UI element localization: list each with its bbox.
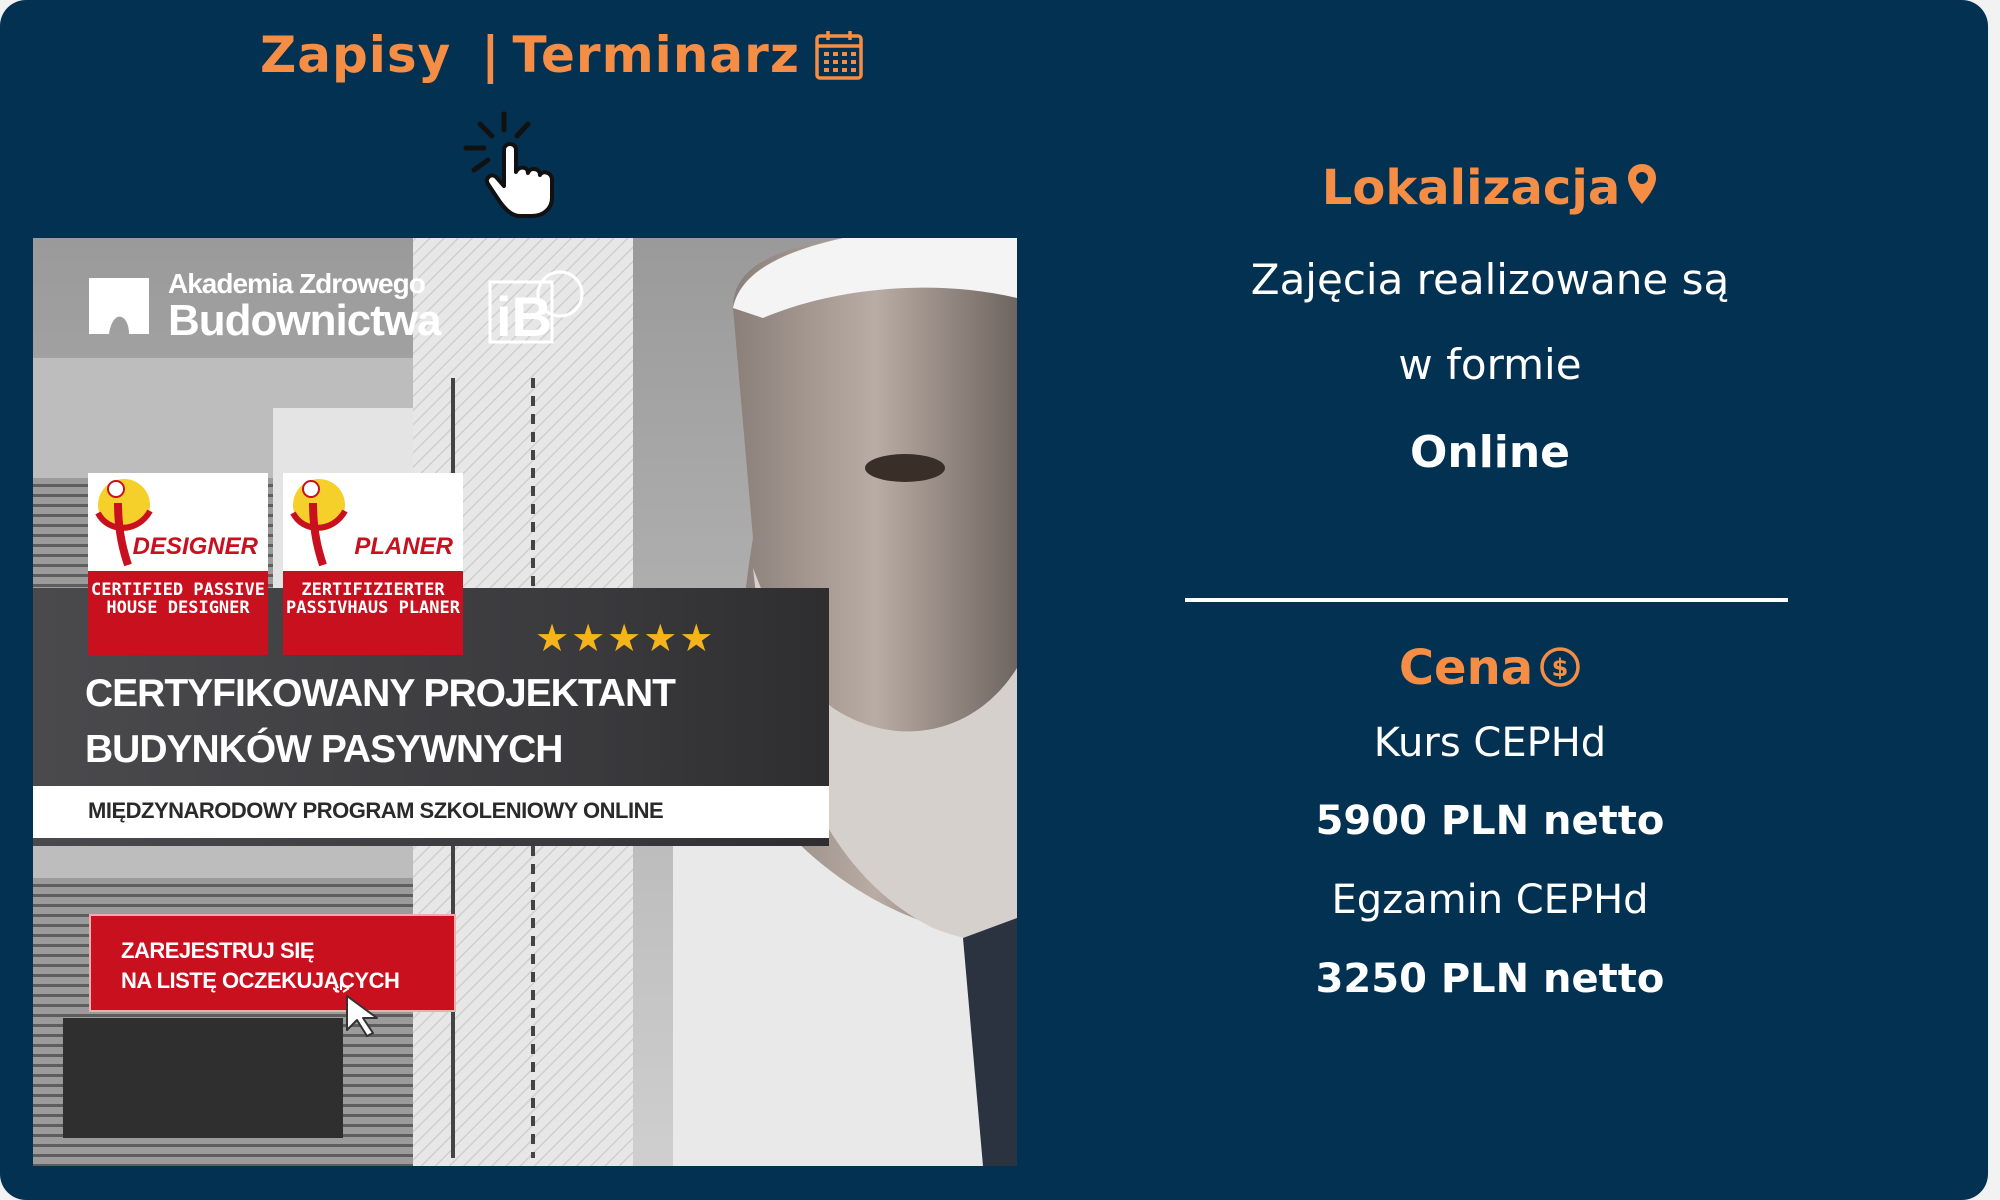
signup-link[interactable]: Zapisy (260, 26, 451, 84)
location-title: Lokalizacja (1321, 160, 1621, 216)
designer-badge: DESIGNER CERTIFIED PASSIVE HOUSE DESIGNE… (88, 473, 268, 655)
exam-price: 3250 PLN netto (1315, 956, 1665, 1002)
ibp-logo: iB (488, 268, 588, 344)
course-label: Kurs CEPHd (1373, 720, 1607, 766)
designer-badge-top: DESIGNER (88, 473, 268, 569)
banner-title-line1: CERTYFIKOWANY PROJEKTANT (85, 672, 676, 715)
rating-stars: ★★★★★ (535, 616, 716, 660)
banner-subtitle: MIĘDZYNARODOWY PROGRAM SZKOLENIOWY ONLIN… (88, 798, 664, 823)
planer-badge: PLANER ZERTIFIZIERTER PASSIVHAUS PLANER (283, 473, 463, 655)
waitlist-line1: ZAREJESTRUJ SIĘ (121, 938, 315, 963)
planer-badge-top: PLANER (283, 473, 463, 569)
course-banner-image[interactable]: Akademia Zdrowego Budownictwa iB DESIGNE… (33, 238, 1017, 1166)
logo-line2: Budownictwa (168, 296, 442, 345)
banner-title-line2: BUDYNKÓW PASYWNYCH (85, 728, 563, 771)
location-mode: Online (1409, 427, 1571, 478)
location-heading: Lokalizacja (1100, 160, 1880, 216)
top-nav: Zapisy | Terminarz (260, 20, 864, 90)
cursor-icon (333, 978, 413, 1038)
exam-label: Egzamin CEPHd (1331, 877, 1649, 923)
price-title: Cena (1398, 640, 1534, 696)
dollar-circle-icon: $ (1539, 644, 1581, 687)
academy-logo: Akademia Zdrowego Budownictwa (168, 268, 442, 346)
map-pin-icon (1626, 162, 1658, 206)
designer-badge-text: CERTIFIED PASSIVE HOUSE DESIGNER (88, 571, 268, 655)
planer-badge-name: PLANER (354, 533, 453, 560)
svg-text:iB: iB (496, 285, 552, 344)
section-divider (1185, 598, 1788, 602)
hand-click-icon[interactable] (460, 110, 580, 220)
nav-separator: | (481, 26, 501, 84)
banner-title: CERTYFIKOWANY PROJEKTANT BUDYNKÓW PASYWN… (85, 666, 676, 778)
price-heading: Cena $ (1100, 640, 1880, 696)
designer-badge-name: DESIGNER (132, 533, 258, 560)
schedule-link[interactable]: Terminarz (513, 26, 800, 84)
svg-text:$: $ (1552, 654, 1569, 682)
location-line2: w formie (1398, 340, 1582, 389)
course-price: 5900 PLN netto (1315, 798, 1665, 844)
calendar-icon[interactable] (814, 29, 864, 81)
info-panel: Zapisy | Terminarz Akademia Zdrowego Bud… (0, 0, 1988, 1200)
location-line1: Zajęcia realizowane są (1250, 255, 1730, 304)
planer-badge-text: ZERTIFIZIERTER PASSIVHAUS PLANER (283, 571, 463, 655)
